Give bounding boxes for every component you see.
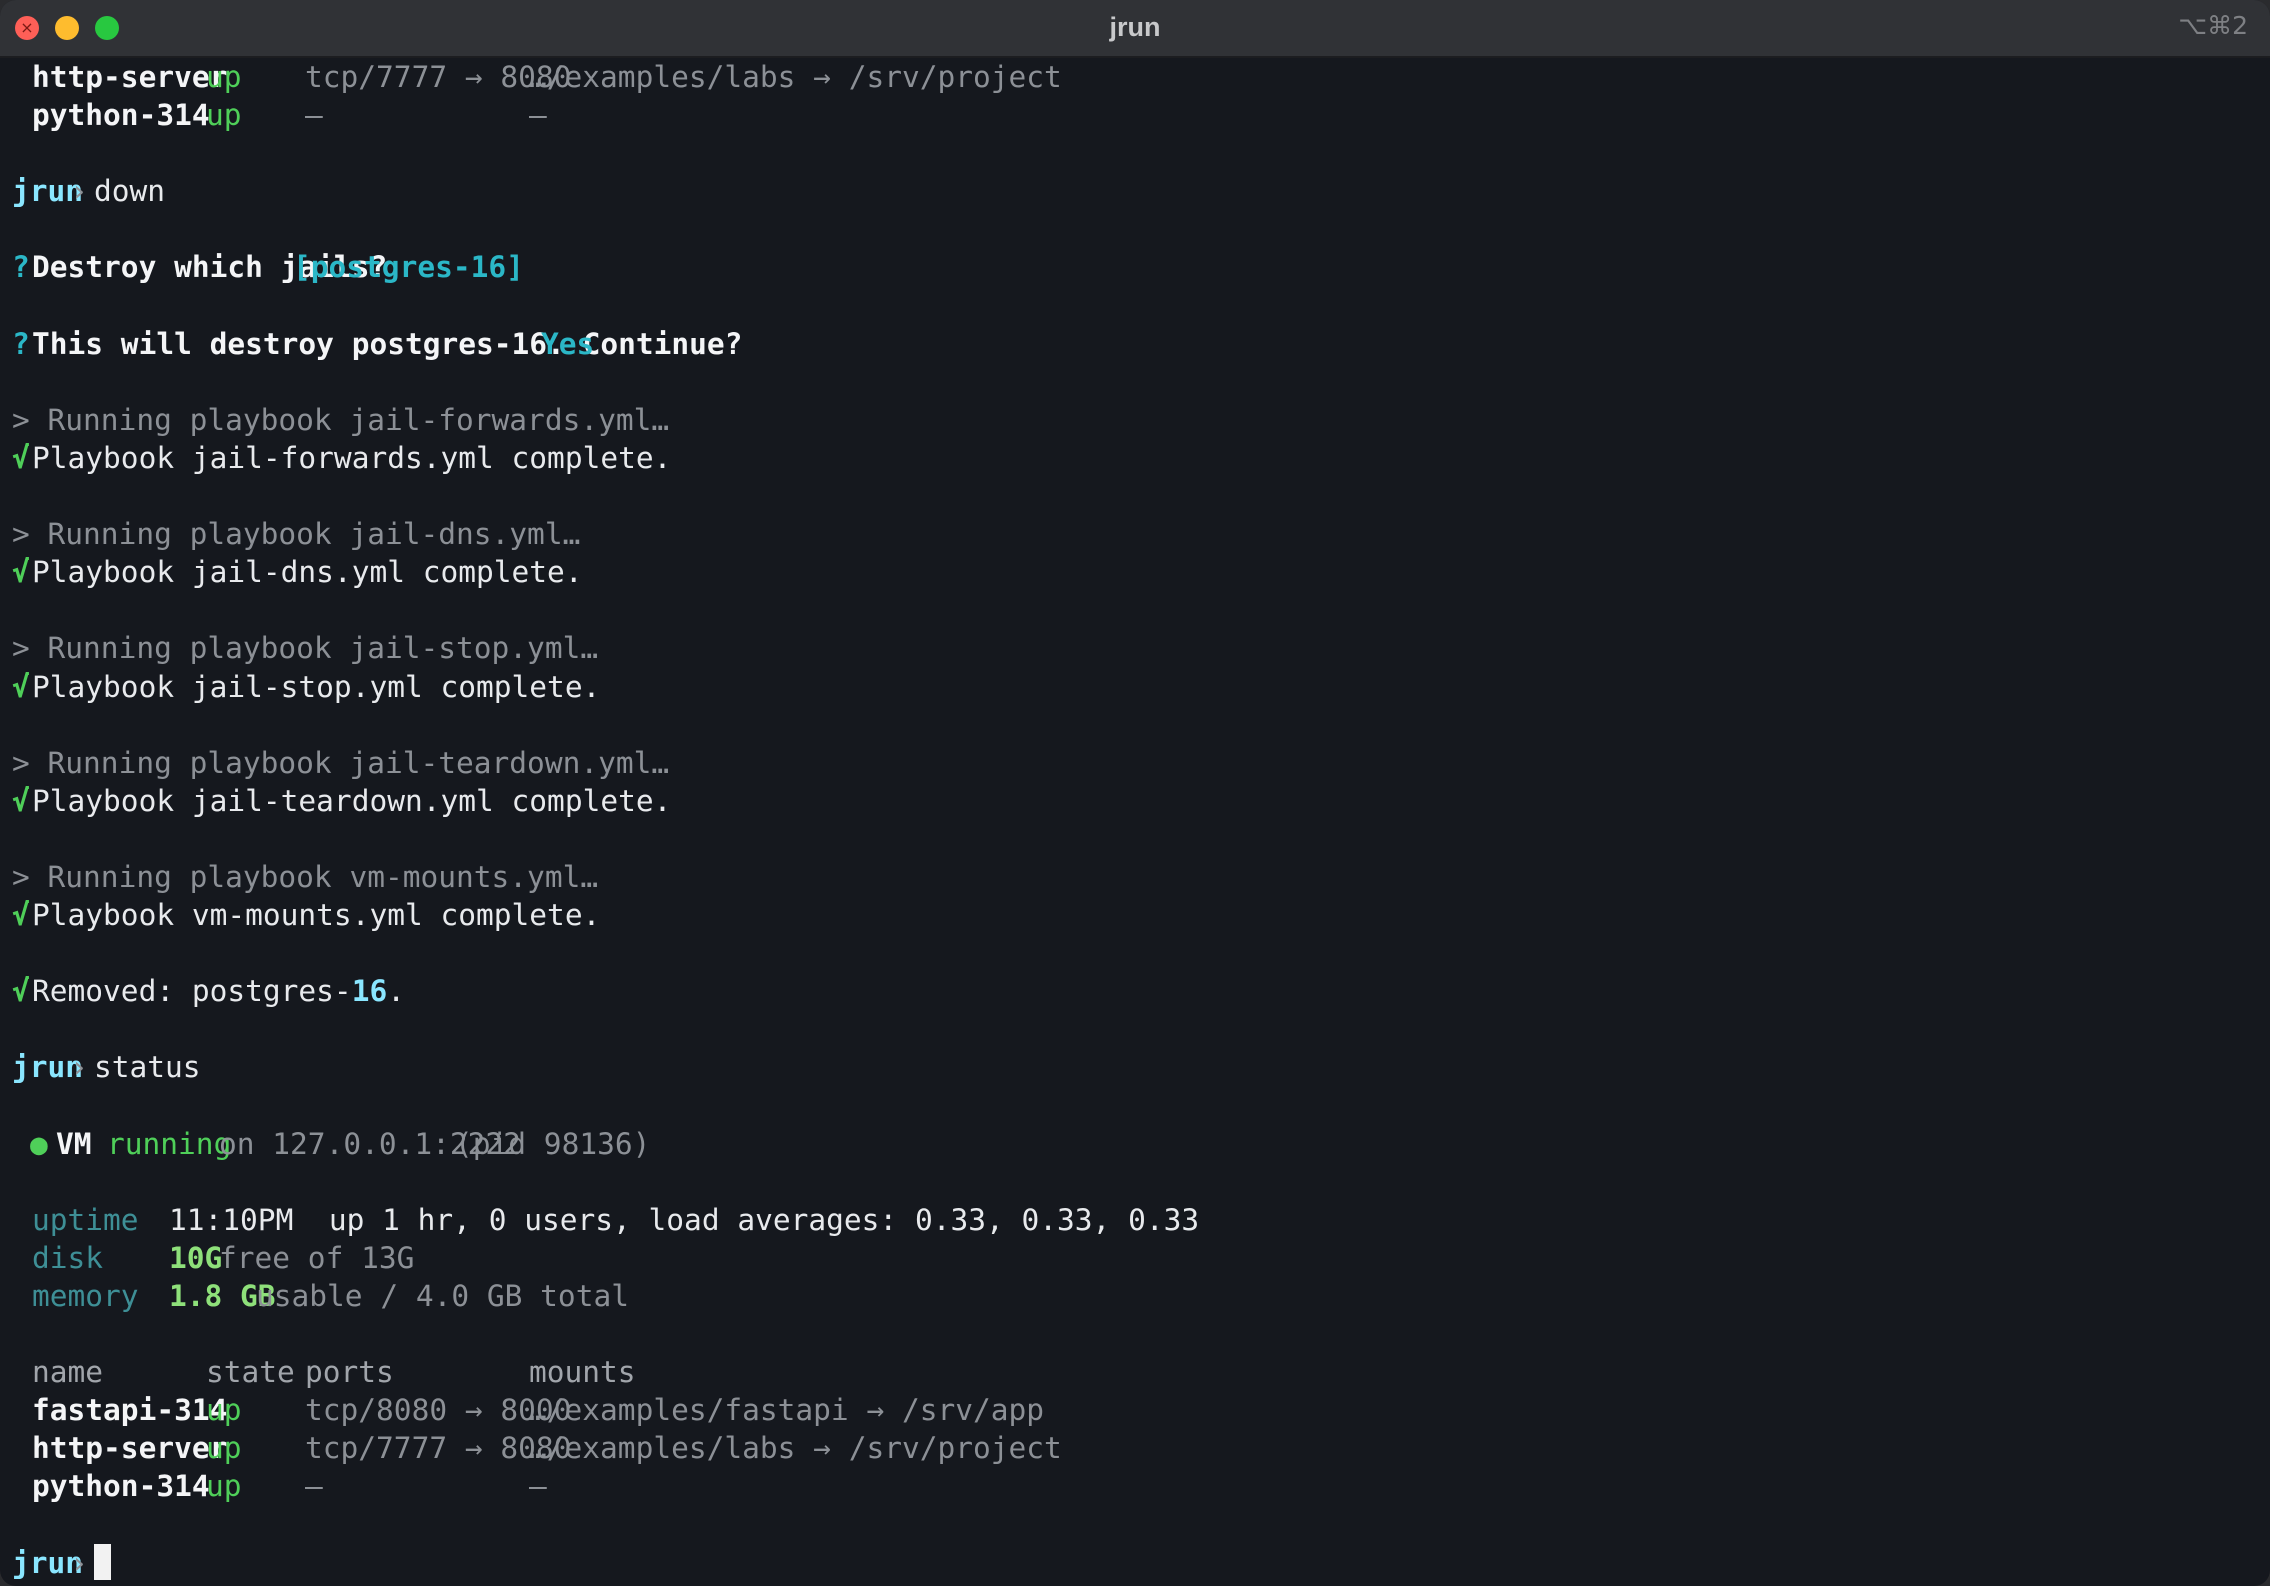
prompt-arrow-icon: › <box>70 174 88 209</box>
stat-disk: disk 10G free of 13G <box>12 1239 2258 1277</box>
text-cursor[interactable] <box>94 1544 111 1581</box>
jail-state: up <box>206 60 242 94</box>
jail-state: up <box>206 98 242 133</box>
window-title: jrun <box>1109 12 1161 42</box>
jail-ports: — <box>305 1469 323 1504</box>
jail-mounts: — <box>529 1469 547 1504</box>
table-header: name state ports mounts <box>12 1353 2258 1391</box>
check-icon: √ <box>12 783 30 818</box>
jail-name: python-314 <box>32 98 210 133</box>
jail-mounts: — <box>529 98 547 133</box>
command-line: jrun › status <box>12 1048 2258 1086</box>
jail-name: http-server <box>32 60 228 94</box>
vm-status-line: ● VM running on 127.0.0.1:2222 (pid 9813… <box>12 1125 2258 1163</box>
table-row: http-server up tcp/7777 → 8080 …/example… <box>12 1429 2258 1467</box>
removed-suffix: . <box>387 974 405 1009</box>
playbook-complete: √ Playbook jail-dns.yml complete. <box>12 553 2258 591</box>
question-mark-icon: ? <box>12 326 30 361</box>
playbook-complete: √ Playbook jail-teardown.yml complete. <box>12 782 2258 820</box>
jail-name: http-server <box>32 1431 228 1466</box>
table-row: http-server up tcp/7777 → 8080 …/example… <box>12 58 2258 96</box>
question-mark-icon: ? <box>12 250 30 285</box>
playbook-running: > Running playbook jail-dns.yml… <box>12 517 581 552</box>
stat-label: disk <box>32 1240 104 1275</box>
title-bar: × jrun ⌥⌘2 <box>0 0 2270 58</box>
jail-name: fastapi-314 <box>32 1393 228 1428</box>
question-line: ? This will destroy postgres-16. Continu… <box>12 325 2258 363</box>
jail-mounts: …/examples/fastapi → /srv/app <box>529 1393 1045 1428</box>
removed-version: 16 <box>351 974 388 1009</box>
command-text: status <box>94 1050 201 1085</box>
vm-state: running <box>107 1126 232 1161</box>
command-line: jrun › down <box>12 172 2258 210</box>
stat-rest: free of 13G <box>219 1240 415 1275</box>
check-icon: √ <box>12 669 30 704</box>
removed-prefix: Removed: postgres- <box>32 974 352 1009</box>
playbook-complete: √ Playbook vm-mounts.yml complete. <box>12 896 2258 934</box>
table-row: python-314 up — — <box>12 96 2258 134</box>
check-icon: √ <box>12 898 30 933</box>
stat-label: memory <box>32 1279 139 1313</box>
question-answer: [postgres-16] <box>293 250 524 285</box>
stat-rest: usable / 4.0 GB total <box>256 1279 629 1313</box>
question-text: This will destroy postgres-16. Continue? <box>32 326 743 361</box>
stat-label: uptime <box>32 1202 139 1237</box>
active-prompt[interactable]: jrun › <box>12 1544 2258 1582</box>
jail-mounts: …/examples/labs → /srv/project <box>529 1431 1062 1466</box>
removed-line: √ Removed: postgres-16. <box>12 972 2258 1010</box>
status-dot-icon: ● <box>30 1126 48 1161</box>
command-text: down <box>94 174 166 209</box>
playbook-running: > Running playbook jail-stop.yml… <box>12 631 599 666</box>
jail-state: up <box>206 1393 242 1428</box>
stat-memory: memory 1.8 GB usable / 4.0 GB total <box>12 1277 2258 1315</box>
column-header: state <box>206 1355 295 1390</box>
jail-state: up <box>206 1431 242 1466</box>
terminal-window: × jrun ⌥⌘2 http-server up tcp/7777 → 808… <box>0 0 2270 1586</box>
stat-value: 11:10PM up 1 hr, 0 users, load averages:… <box>169 1202 1200 1237</box>
playbook-running: > Running playbook jail-teardown.yml… <box>12 745 670 780</box>
question-answer: Yes <box>541 326 595 361</box>
playbook-running: > Running playbook jail-forwards.yml… <box>12 402 670 437</box>
playbook-running: > Running playbook vm-mounts.yml… <box>12 859 599 894</box>
tab-shortcut: ⌥⌘2 <box>2178 11 2248 40</box>
playbook-complete: √ Playbook jail-stop.yml complete. <box>12 668 2258 706</box>
vm-pid: (pid 98136) <box>455 1126 651 1161</box>
check-icon: √ <box>12 555 30 590</box>
terminal-output[interactable]: http-server up tcp/7777 → 8080 …/example… <box>12 58 2258 1586</box>
jail-ports: — <box>305 98 323 133</box>
column-header: ports <box>305 1355 394 1390</box>
column-header: mounts <box>529 1355 636 1390</box>
prompt-arrow-icon: › <box>70 1050 88 1085</box>
table-row: python-314 up — — <box>12 1467 2258 1505</box>
column-header: name <box>32 1355 104 1390</box>
jail-mounts: …/examples/labs → /srv/project <box>529 60 1062 94</box>
stat-uptime: uptime 11:10PM up 1 hr, 0 users, load av… <box>12 1201 2258 1239</box>
vm-label: VM <box>56 1126 92 1161</box>
playbook-complete: √ Playbook jail-forwards.yml complete. <box>12 439 2258 477</box>
check-icon: √ <box>12 974 30 1009</box>
question-line: ? Destroy which jails? [postgres-16] <box>12 248 2258 286</box>
jail-state: up <box>206 1469 242 1504</box>
stat-value: 10G <box>169 1240 223 1275</box>
jail-name: python-314 <box>32 1469 210 1504</box>
check-icon: √ <box>12 440 30 475</box>
table-row: fastapi-314 up tcp/8080 → 8000 …/example… <box>12 1391 2258 1429</box>
